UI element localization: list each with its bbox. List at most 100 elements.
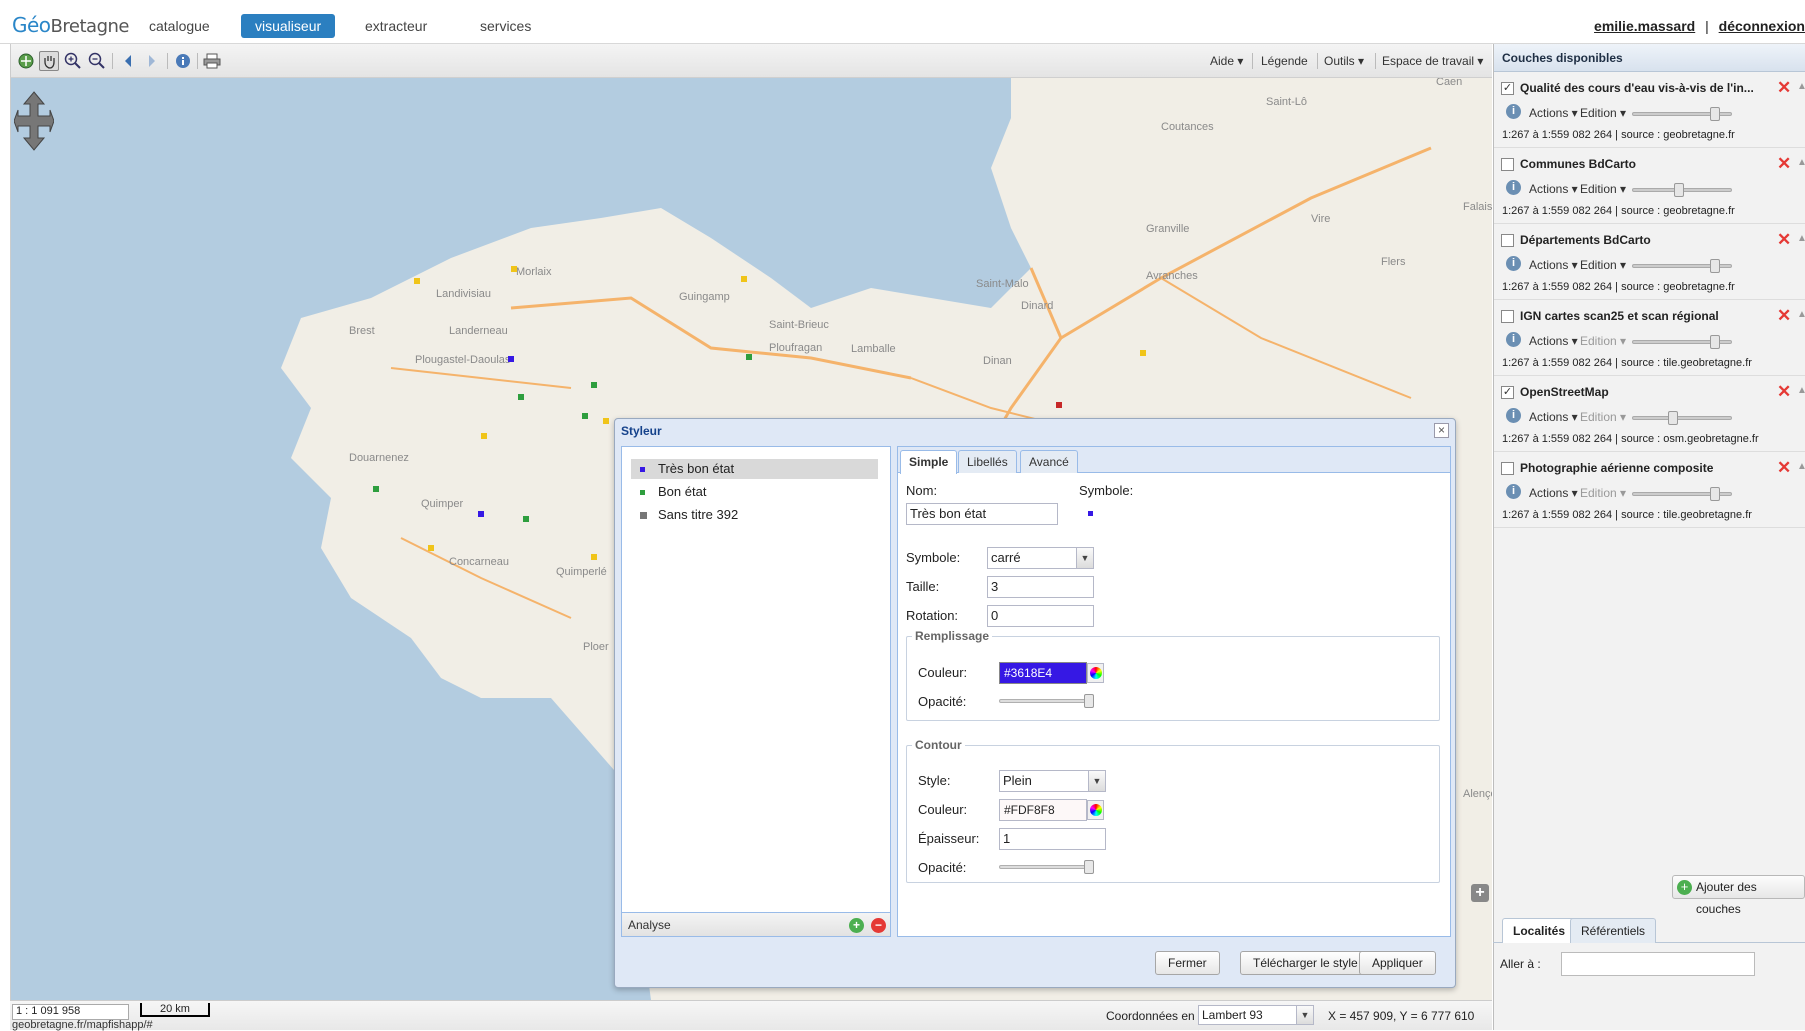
layer-checkbox[interactable]: ✓: [1501, 386, 1514, 399]
slider-handle[interactable]: [1084, 694, 1094, 708]
layer-info-icon[interactable]: i: [1506, 332, 1521, 347]
close-button[interactable]: Fermer: [1155, 951, 1220, 975]
stroke-style-select[interactable]: Plein ▼: [999, 770, 1106, 792]
slider-handle[interactable]: [1710, 487, 1720, 501]
remove-layer-icon[interactable]: ✕: [1777, 78, 1791, 98]
tab-referentiels[interactable]: Référentiels: [1570, 918, 1657, 943]
nav-visualiseur[interactable]: visualiseur: [241, 14, 336, 38]
layer-checkbox[interactable]: ✓: [1501, 82, 1514, 95]
print-icon[interactable]: [202, 51, 222, 71]
size-input[interactable]: 3: [987, 576, 1094, 598]
layer-info-icon[interactable]: i: [1506, 256, 1521, 271]
layer-checkbox[interactable]: [1501, 234, 1514, 247]
move-up-icon[interactable]: ▲: [1797, 233, 1805, 244]
map-feature-point[interactable]: [1140, 350, 1146, 356]
layer-actions-menu[interactable]: Actions ▾: [1529, 182, 1578, 196]
move-up-icon[interactable]: ▲: [1797, 81, 1805, 92]
map-feature-point[interactable]: [428, 545, 434, 551]
add-layers-button[interactable]: + Ajouter des couches: [1672, 875, 1805, 916]
pan-hand-icon[interactable]: [39, 51, 59, 71]
layer-edition-menu[interactable]: Edition ▾: [1580, 106, 1626, 120]
tools-menu[interactable]: Outils ▾: [1324, 54, 1364, 68]
slider-handle[interactable]: [1084, 860, 1094, 874]
close-icon[interactable]: ×: [1434, 423, 1449, 438]
map-feature-point[interactable]: [523, 516, 529, 522]
move-up-icon[interactable]: ▲: [1797, 157, 1805, 168]
stroke-color-input[interactable]: #FDF8F8: [999, 799, 1087, 821]
stroke-width-input[interactable]: 1: [999, 828, 1106, 850]
slider-handle[interactable]: [1668, 411, 1678, 425]
remove-layer-icon[interactable]: ✕: [1777, 306, 1791, 326]
remove-layer-icon[interactable]: ✕: [1777, 230, 1791, 250]
layer-opacity-slider[interactable]: [1632, 411, 1732, 425]
layer-edition-menu[interactable]: Edition ▾: [1580, 410, 1626, 424]
rule-item[interactable]: Très bon état: [631, 459, 878, 479]
layer-actions-menu[interactable]: Actions ▾: [1529, 410, 1578, 424]
layer-actions-menu[interactable]: Actions ▾: [1529, 258, 1578, 272]
download-style-button[interactable]: Télécharger le style: [1240, 951, 1371, 975]
layer-info-icon[interactable]: i: [1506, 180, 1521, 195]
move-up-icon[interactable]: ▲: [1797, 309, 1805, 320]
layer-opacity-slider[interactable]: [1632, 487, 1732, 501]
tab-simple[interactable]: Simple: [900, 450, 958, 474]
layer-info-icon[interactable]: i: [1506, 408, 1521, 423]
layer-checkbox[interactable]: [1501, 462, 1514, 475]
layer-actions-menu[interactable]: Actions ▾: [1529, 334, 1578, 348]
pan-control-icon[interactable]: [13, 90, 55, 155]
layer-actions-menu[interactable]: Actions ▾: [1529, 486, 1578, 500]
map-feature-point[interactable]: [518, 394, 524, 400]
move-up-icon[interactable]: ▲: [1797, 385, 1805, 396]
map-feature-point[interactable]: [591, 382, 597, 388]
name-input[interactable]: Très bon état: [906, 503, 1058, 525]
nav-extracteur[interactable]: extracteur: [351, 14, 441, 38]
layer-edition-menu[interactable]: Edition ▾: [1580, 258, 1626, 272]
tab-avance[interactable]: Avancé: [1020, 450, 1078, 473]
map-feature-point[interactable]: [741, 276, 747, 282]
remove-layer-icon[interactable]: ✕: [1777, 382, 1791, 402]
history-back-icon[interactable]: [118, 51, 138, 71]
slider-handle[interactable]: [1674, 183, 1684, 197]
map-feature-point[interactable]: [582, 413, 588, 419]
fill-opacity-slider[interactable]: [999, 694, 1094, 708]
logout-link[interactable]: déconnexion: [1719, 18, 1805, 34]
layer-info-icon[interactable]: i: [1506, 484, 1521, 499]
remove-layer-icon[interactable]: ✕: [1777, 154, 1791, 174]
slider-handle[interactable]: [1710, 335, 1720, 349]
nav-services[interactable]: services: [466, 14, 545, 38]
map-feature-point[interactable]: [603, 418, 609, 424]
map-feature-point[interactable]: [746, 354, 752, 360]
stroke-opacity-slider[interactable]: [999, 860, 1094, 874]
rule-item[interactable]: Sans titre 392: [631, 505, 878, 525]
layer-opacity-slider[interactable]: [1632, 183, 1732, 197]
map-expand-icon[interactable]: +: [1471, 884, 1489, 902]
scale-select[interactable]: 1 : 1 091 958: [12, 1004, 129, 1020]
map-feature-point[interactable]: [511, 266, 517, 272]
apply-button[interactable]: Appliquer: [1359, 951, 1436, 975]
zoom-out-icon[interactable]: [87, 51, 107, 71]
help-menu[interactable]: Aide ▾: [1210, 54, 1243, 68]
slider-handle[interactable]: [1710, 259, 1720, 273]
info-icon[interactable]: [173, 51, 193, 71]
color-picker-icon[interactable]: [1087, 800, 1104, 820]
layer-opacity-slider[interactable]: [1632, 107, 1732, 121]
layer-checkbox[interactable]: [1501, 310, 1514, 323]
map-feature-point[interactable]: [591, 554, 597, 560]
goto-input[interactable]: [1561, 952, 1755, 976]
map-feature-point[interactable]: [478, 511, 484, 517]
legend-button[interactable]: Légende: [1261, 54, 1308, 68]
layer-info-icon[interactable]: i: [1506, 104, 1521, 119]
rotation-input[interactable]: 0: [987, 605, 1094, 627]
symbol-type-select[interactable]: carré ▼: [987, 547, 1094, 569]
color-picker-icon[interactable]: [1087, 663, 1104, 683]
layer-actions-menu[interactable]: Actions ▾: [1529, 106, 1578, 120]
layer-edition-menu[interactable]: Edition ▾: [1580, 486, 1626, 500]
map-feature-point[interactable]: [373, 486, 379, 492]
layer-edition-menu[interactable]: Edition ▾: [1580, 334, 1626, 348]
remove-layer-icon[interactable]: ✕: [1777, 458, 1791, 478]
fill-color-input[interactable]: #3618E4: [999, 662, 1087, 684]
rule-item[interactable]: Bon état: [631, 482, 878, 502]
workspace-menu[interactable]: Espace de travail ▾: [1382, 54, 1483, 68]
history-forward-icon[interactable]: [142, 51, 162, 71]
layer-opacity-slider[interactable]: [1632, 259, 1732, 273]
geobretagne-logo[interactable]: GéoBretagne: [12, 13, 129, 37]
